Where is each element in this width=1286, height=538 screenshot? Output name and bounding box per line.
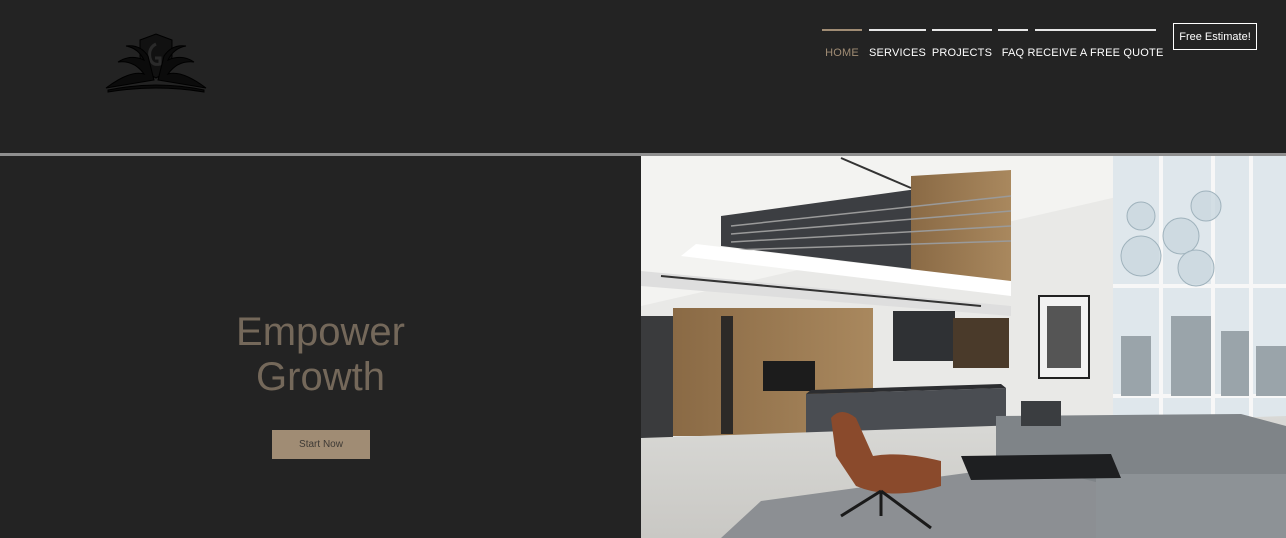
nav-item-services[interactable]: SERVICES xyxy=(869,29,926,69)
hero-title-line2: Growth xyxy=(256,355,385,399)
nav-item-faq[interactable]: FAQ xyxy=(998,29,1028,69)
ornamental-shield-logo-icon xyxy=(105,33,207,93)
site-header: HOME SERVICES PROJECTS FAQ RECEIVE A FRE… xyxy=(0,0,1286,153)
logo[interactable] xyxy=(100,30,212,94)
hero-title-line1: Empower xyxy=(236,310,405,354)
nav-item-label: RECEIVE A FREE QUOTE xyxy=(1027,47,1164,59)
hero-interior-image xyxy=(641,156,1286,538)
nav-item-label: FAQ xyxy=(1001,47,1025,59)
nav-item-label: HOME xyxy=(825,47,859,59)
hero-section: Empower Growth Start Now xyxy=(0,156,641,538)
nav-item-label: SERVICES xyxy=(868,47,927,59)
interior-photo xyxy=(641,156,1286,538)
nav-item-label: PROJECTS xyxy=(931,47,993,59)
start-now-button[interactable]: Start Now xyxy=(272,430,370,459)
nav-item-projects[interactable]: PROJECTS xyxy=(932,29,992,69)
free-estimate-button[interactable]: Free Estimate! xyxy=(1173,23,1257,50)
nav-item-home[interactable]: HOME xyxy=(822,29,862,69)
nav-item-free-quote[interactable]: RECEIVE A FREE QUOTE xyxy=(1027,29,1163,69)
hero-title: Empower Growth xyxy=(0,310,641,400)
